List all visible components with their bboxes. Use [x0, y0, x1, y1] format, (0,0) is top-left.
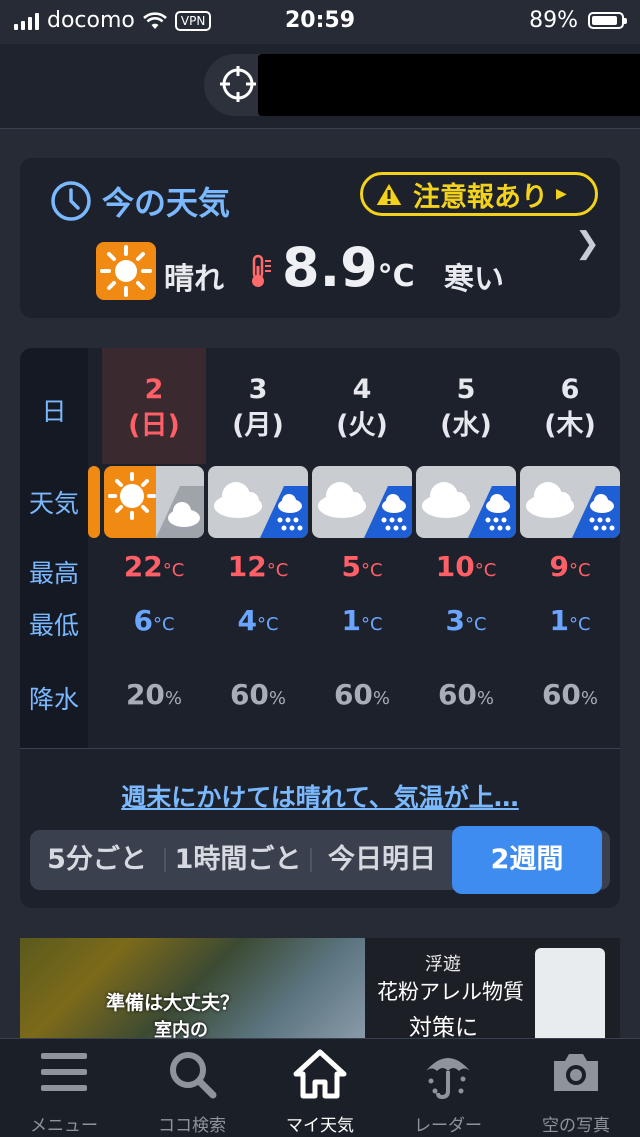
thermometer-icon	[252, 254, 271, 287]
forecast-summary-link[interactable]: 週末にかけては晴れて、気温が上…	[20, 778, 620, 814]
day-header: 3 (月)	[206, 372, 310, 444]
high-temp: 22°C	[123, 550, 185, 583]
tab-label: ココ検索	[158, 1116, 226, 1136]
ad-text: 室内の	[154, 1020, 208, 1038]
camera-icon	[554, 1054, 598, 1091]
low-temp: 6°C	[133, 604, 175, 637]
precip-chance: 60%	[437, 678, 495, 711]
alert-badge[interactable]: 注意報あり ▶	[360, 172, 598, 216]
tab-my-weather[interactable]: マイ天気	[256, 1039, 384, 1137]
ad-image-right: 浮遊 花粉アレル物質 対策に	[365, 938, 620, 1038]
tab-2weeks[interactable]: 2週間	[452, 826, 602, 894]
day-header: 4 (火)	[310, 372, 414, 444]
day-weekday: (火)	[336, 410, 388, 441]
current-temperature: 8.9°C	[282, 236, 415, 299]
day-weekday: (水)	[440, 410, 492, 441]
high-temp: 9°C	[549, 550, 591, 583]
tab-hourly[interactable]: 1時間ごと	[166, 830, 310, 890]
bottom-tab-bar: メニュー ココ検索 マイ天気 レーダー 空の写真	[0, 1038, 640, 1137]
low-temp: 3°C	[445, 604, 487, 637]
search-icon	[170, 1052, 217, 1099]
cloud-then-rain-icon	[520, 466, 620, 538]
weekly-forecast-card: 日 天気 最高 最低 降水 2 (日) 22°C 6°C 20% 3 (月) 12°C 4°C 6…	[20, 348, 620, 908]
tab-label: マイ天気	[286, 1116, 354, 1136]
alert-label: 注意報あり	[413, 181, 548, 213]
tab-sky-photos[interactable]: 空の写真	[512, 1039, 640, 1137]
day-number: 2	[144, 374, 164, 405]
precip-chance: 60%	[541, 678, 599, 711]
high-temp: 10°C	[435, 550, 497, 583]
row-label-day: 日	[41, 397, 67, 426]
menu-icon	[41, 1053, 87, 1091]
row-label-precip: 降水	[28, 685, 79, 714]
ad-banner[interactable]: 準備は大丈夫？ 室内の 浮遊 花粉アレル物質 対策に	[20, 938, 620, 1038]
low-temp: 1°C	[341, 604, 383, 637]
precip-chance: 60%	[333, 678, 391, 711]
previous-day-icon	[88, 466, 100, 538]
condition-text: 晴れ	[164, 262, 224, 297]
cloud-then-rain-icon	[312, 466, 412, 538]
top-location-bar	[0, 44, 640, 129]
divider	[20, 748, 620, 749]
battery-percent: 89%	[529, 8, 578, 33]
ad-text: 対策に	[409, 1015, 478, 1038]
precip-chance: 60%	[229, 678, 287, 711]
battery-icon	[588, 12, 627, 29]
low-temp: 1°C	[549, 604, 591, 637]
forecast-range-tabs: 5分ごと 1時間ごと 今日明日 2週間	[30, 826, 610, 894]
day-header: 2 (日)	[102, 372, 206, 444]
ad-image-left: 準備は大丈夫？ 室内の	[20, 938, 365, 1038]
day-weekday: (木)	[544, 410, 596, 441]
clock-icon	[51, 181, 91, 221]
tab-radar[interactable]: レーダー	[384, 1039, 512, 1137]
redacted-location-name	[258, 54, 640, 116]
row-label-weather: 天気	[28, 489, 79, 518]
ad-text: 準備は大丈夫？	[106, 992, 240, 1014]
ad-text: 花粉アレル物質	[377, 980, 524, 1004]
day-number: 3	[248, 374, 268, 405]
row-label-low: 最低	[28, 611, 79, 640]
tab-label: メニュー	[30, 1116, 98, 1136]
feeling-text: 寒い	[444, 262, 504, 297]
current-weather-title: 今の天気	[102, 184, 231, 222]
tab-label: 空の写真	[542, 1116, 610, 1136]
chevron-right-icon[interactable]: ❯	[575, 226, 600, 261]
crosshair-location-icon[interactable]	[220, 66, 256, 102]
current-weather-card[interactable]: 今の天気 注意報あり ▶ ❯ 晴れ 8.9°C 寒い	[20, 158, 620, 318]
ad-text: 浮遊	[425, 954, 461, 975]
tab-today-tomorrow[interactable]: 今日明日	[312, 830, 452, 890]
tab-5min[interactable]: 5分ごと	[30, 830, 164, 890]
day-header: 5 (水)	[414, 372, 518, 444]
day-header: 6 (木)	[518, 372, 622, 444]
day-weekday: (日)	[128, 410, 180, 441]
triangle-right-icon: ▶	[556, 186, 567, 202]
sun-then-cloud-icon	[104, 466, 204, 538]
day-number: 5	[456, 374, 476, 405]
day-number: 4	[352, 374, 372, 405]
tab-search[interactable]: ココ検索	[128, 1039, 256, 1137]
home-icon	[293, 1049, 347, 1099]
precip-chance: 20%	[125, 678, 183, 711]
sun-icon	[96, 242, 156, 300]
warning-icon	[373, 180, 405, 207]
temperature-unit: °C	[377, 259, 415, 294]
tab-label: レーダー	[414, 1116, 482, 1136]
status-bar: docomo VPN 20:59 89%	[0, 0, 640, 44]
row-label-high: 最高	[28, 559, 79, 588]
tab-menu[interactable]: メニュー	[0, 1039, 128, 1137]
high-temp: 5°C	[341, 550, 383, 583]
cloud-then-rain-icon	[416, 466, 516, 538]
umbrella-radar-icon	[426, 1058, 470, 1100]
air-purifier-image	[535, 948, 605, 1038]
day-number: 6	[560, 374, 580, 405]
day-weekday: (月)	[232, 410, 284, 441]
cloud-then-rain-icon	[208, 466, 308, 538]
high-temp: 12°C	[227, 550, 289, 583]
low-temp: 4°C	[237, 604, 279, 637]
